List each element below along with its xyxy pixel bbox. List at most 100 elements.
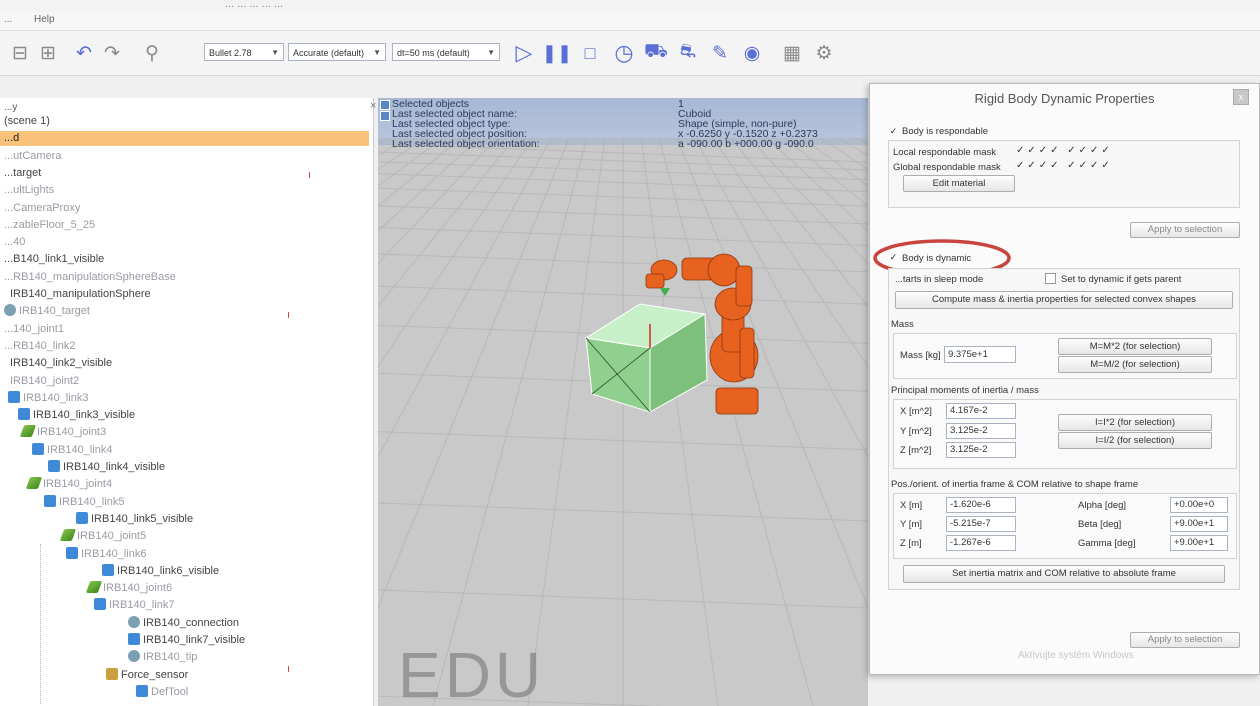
hierarchy-item[interactable]: ...RB140_manipulationSphereBase: [4, 270, 176, 285]
local-mask-checkboxes[interactable]: ✓✓✓✓ ✓✓✓✓: [1016, 145, 1113, 156]
mass-double-button[interactable]: M=M*2 (for selection): [1058, 338, 1212, 355]
page-layout-icon[interactable]: ⊟: [8, 41, 32, 65]
hierarchy-item[interactable]: IRB140_link2_visible: [10, 356, 112, 371]
realtime-clock-icon[interactable]: ◷: [612, 40, 636, 65]
mass-half-button[interactable]: M=M/2 (for selection): [1058, 356, 1212, 373]
global-mask-checkboxes[interactable]: ✓✓✓✓ ✓✓✓✓: [1016, 160, 1113, 171]
accuracy-select[interactable]: Accurate (default) ▼: [288, 43, 386, 61]
dummy-icon: [128, 650, 140, 663]
menu-item-1[interactable]: ...: [4, 14, 12, 25]
beta-input[interactable]: +9.00e+1: [1170, 516, 1228, 532]
edit-material-button[interactable]: Edit material: [903, 175, 1015, 192]
hierarchy-item[interactable]: (scene 1): [4, 114, 50, 129]
pos-x-input[interactable]: -1.620e-6: [946, 497, 1016, 513]
timestep-select[interactable]: dt=50 ms (default) ▼: [392, 43, 500, 61]
info-collapse-icon[interactable]: [380, 100, 390, 110]
close-hierarchy-icon[interactable]: ×: [370, 100, 376, 112]
hierarchy-item[interactable]: IRB140_link6: [66, 546, 146, 562]
undo-icon[interactable]: ↶: [72, 41, 96, 65]
hierarchy-item[interactable]: IRB140_link5_visible: [76, 511, 193, 527]
inertia-double-button[interactable]: I=I*2 (for selection): [1058, 414, 1212, 431]
inertia-y-input[interactable]: 3.125e-2: [946, 423, 1016, 439]
gamma-input[interactable]: +9.00e+1: [1170, 535, 1228, 551]
dynamics-toggle-icon[interactable]: ⚲: [140, 41, 164, 65]
windows-activation-watermark: Aktivujte systém Windows: [1018, 650, 1134, 661]
inertia-x-input[interactable]: 4.167e-2: [946, 403, 1016, 419]
hierarchy-item[interactable]: IRB140_link3: [8, 390, 88, 406]
apply-to-selection-bottom-button[interactable]: Apply to selection: [1130, 632, 1240, 648]
hierarchy-item[interactable]: ...RB140_link2: [4, 339, 76, 354]
hierarchy-item-label: ...RB140_link2: [4, 339, 76, 352]
redo-icon[interactable]: ↷: [100, 41, 124, 65]
hierarchy-item[interactable]: IRB140_joint5: [59, 529, 146, 544]
hierarchy-item[interactable]: IRB140_joint6: [85, 581, 172, 596]
hierarchy-item-label: IRB140_link4: [47, 443, 113, 456]
hierarchy-item[interactable]: ...40: [4, 235, 25, 250]
hierarchy-item[interactable]: IRB140_link4_visible: [48, 460, 165, 475]
scene-hierarchy-toggle-icon[interactable]: ▦: [780, 41, 804, 65]
hierarchy-item[interactable]: IRB140_joint2: [10, 374, 79, 389]
hierarchy-item[interactable]: ...utCamera: [4, 149, 61, 164]
scene-viewport[interactable]: Selected objects Last selected object na…: [378, 98, 868, 706]
hierarchy-item[interactable]: IRB140_link7_visible: [128, 633, 245, 648]
visualization-toggle-icon[interactable]: ◉: [740, 41, 764, 65]
hierarchy-item[interactable]: IRB140_link6_visible: [102, 563, 219, 579]
compute-mass-button[interactable]: Compute mass & inertia properties for se…: [895, 291, 1233, 309]
hierarchy-item[interactable]: ...zableFloor_5_25: [4, 218, 95, 233]
dynamic-parent-checkbox[interactable]: [1045, 273, 1056, 284]
stop-icon[interactable]: □: [578, 41, 602, 65]
inertia-half-button[interactable]: I=I/2 (for selection): [1058, 432, 1212, 449]
pos-y-input[interactable]: -5.215e-7: [946, 516, 1016, 532]
inertia-z-input[interactable]: 3.125e-2: [946, 442, 1016, 458]
shape-icon: [76, 511, 88, 524]
pos-y-label: Y [m]: [900, 519, 922, 530]
physics-engine-select[interactable]: Bullet 2.78 ▼: [204, 43, 284, 61]
hierarchy-item[interactable]: Force_sensor: [106, 667, 188, 683]
hierarchy-item-label: ...zableFloor_5_25: [4, 218, 96, 231]
respondable-label: Body is respondable: [902, 126, 989, 137]
inertia-x-label: X [m^2]: [900, 406, 932, 417]
hierarchy-item[interactable]: IRB140_tip: [128, 650, 197, 665]
hierarchy-item[interactable]: IRB140_link5: [44, 494, 124, 510]
menu-item-help[interactable]: Help: [34, 14, 55, 25]
hierarchy-item[interactable]: IRB140_joint4: [25, 477, 112, 492]
play-icon[interactable]: ▷: [512, 40, 536, 65]
hierarchy-item[interactable]: IRB140_target: [4, 304, 90, 319]
speed-up-icon[interactable]: ⛐: [676, 41, 700, 65]
hierarchy-item-label: IRB140_link2_visible: [10, 357, 113, 370]
view-layout-icon[interactable]: ⊞: [36, 41, 60, 65]
info-dock-icon[interactable]: [380, 111, 390, 121]
alpha-input[interactable]: +0.00e+0: [1170, 497, 1228, 513]
hierarchy-item[interactable]: ...B140_link1_visible: [4, 252, 104, 267]
joint-icon: [85, 581, 103, 594]
hierarchy-item[interactable]: ...ultLights: [4, 183, 54, 198]
apply-to-selection-top-button[interactable]: Apply to selection: [1130, 222, 1240, 238]
hierarchy-item[interactable]: IRB140_link4: [32, 442, 113, 458]
hierarchy-item[interactable]: IRB140_link7: [94, 598, 174, 613]
hierarchy-item[interactable]: ...target: [4, 166, 41, 181]
hierarchy-header: ...y: [4, 102, 18, 113]
hierarchy-item[interactable]: ...140_joint1: [4, 322, 64, 337]
slow-down-icon[interactable]: ⛟: [644, 41, 668, 65]
pause-icon[interactable]: ❚❚: [542, 41, 572, 65]
hierarchy-item[interactable]: DefTool: [136, 684, 188, 700]
respondable-checkbox[interactable]: ✓: [888, 126, 899, 137]
set-inertia-absolute-button[interactable]: Set inertia matrix and COM relative to a…: [903, 565, 1225, 583]
thread-rendering-icon[interactable]: ✎: [708, 41, 732, 65]
hierarchy-item[interactable]: ...CameraProxy: [4, 201, 80, 216]
hierarchy-item-label: ...ultLights: [4, 184, 55, 197]
hierarchy-item-label: ...CameraProxy: [4, 201, 81, 214]
pos-z-input[interactable]: -1.267e-6: [946, 535, 1016, 551]
hierarchy-item[interactable]: IRB140_link3_visible: [18, 408, 135, 423]
hierarchy-item[interactable]: IRB140_joint3: [19, 425, 106, 440]
model-browser-toggle-icon[interactable]: ⚙: [812, 41, 836, 65]
toolbar: ⊟ ⊞ ↶ ↷ ⚲ Bullet 2.78 ▼ Accurate (default…: [0, 31, 1260, 76]
dialog-close-button[interactable]: x: [1233, 89, 1249, 105]
hierarchy-item[interactable]: IRB140_manipulationSphere: [10, 287, 151, 302]
hierarchy-item-label: IRB140_joint2: [10, 374, 80, 387]
hierarchy-item[interactable]: IRB140_connection: [128, 615, 239, 631]
mass-input[interactable]: 9.375e+1: [944, 346, 1016, 363]
hierarchy-item-label: ...RB140_manipulationSphereBase: [4, 270, 176, 283]
shape-icon: [44, 494, 56, 507]
hierarchy-item[interactable]: ...d: [0, 131, 369, 147]
